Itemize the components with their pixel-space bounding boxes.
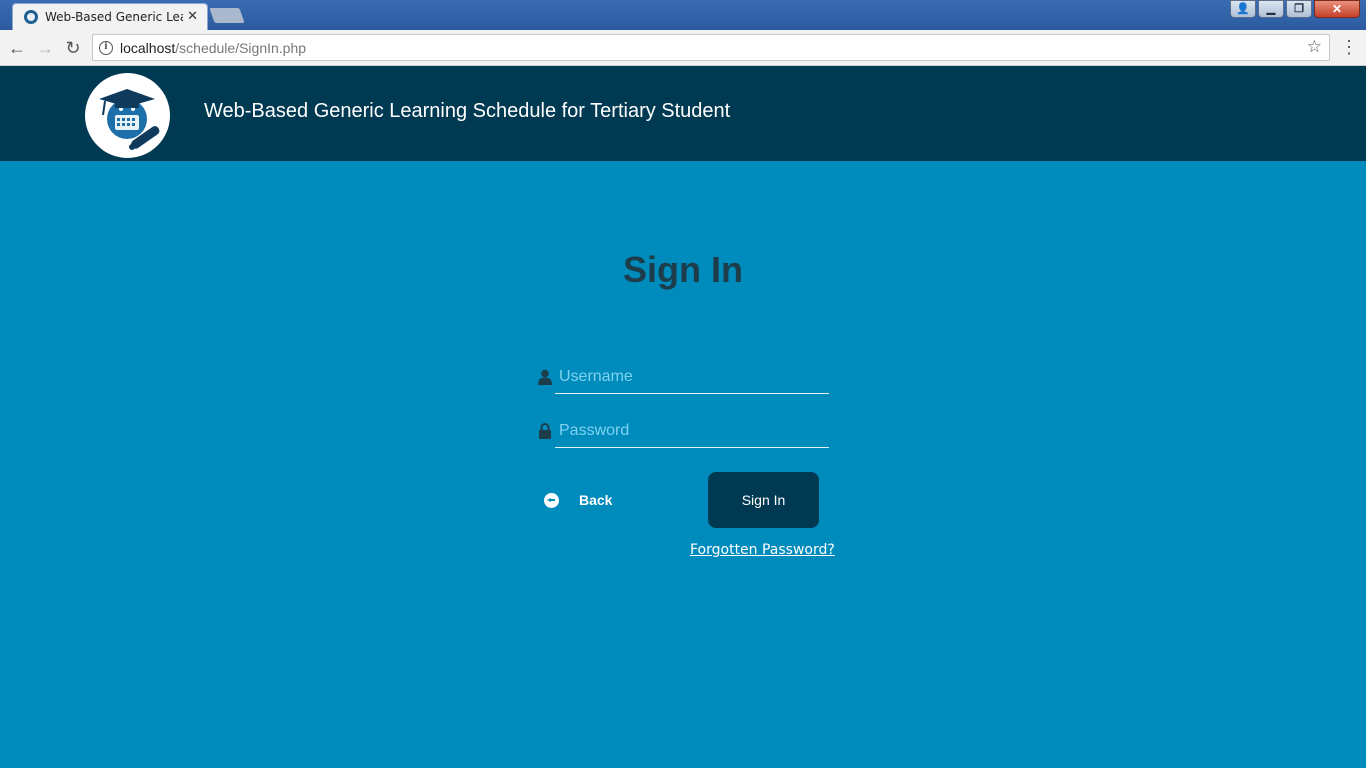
minimize-button[interactable]: ▁ — [1258, 0, 1284, 18]
back-arrow-icon[interactable]: ← — [6, 37, 28, 59]
back-label: Back — [579, 492, 613, 508]
close-window-button[interactable]: ✕ — [1314, 0, 1360, 18]
window-controls: 👤 ▁ ❐ ✕ — [1230, 0, 1360, 18]
url-host: localhost — [120, 40, 176, 56]
page-title: Sign In — [623, 249, 743, 290]
new-tab-button[interactable] — [209, 8, 245, 23]
tab-title: Web-Based Generic Learning Schedule for … — [45, 10, 183, 24]
lock-icon — [539, 423, 551, 439]
tab-close-icon[interactable]: ✕ — [187, 8, 198, 24]
user-profile-button[interactable]: 👤 — [1230, 0, 1256, 18]
arrow-left-circle-icon — [544, 492, 559, 508]
site-title: Web-Based Generic Learning Schedule for … — [204, 100, 731, 122]
password-field — [536, 415, 829, 449]
back-button[interactable]: Back — [544, 490, 612, 510]
sign-in-button[interactable]: Sign In — [708, 472, 819, 528]
graduation-calendar-logo-icon — [99, 89, 160, 150]
browser-toolbar: ← → ↻ i localhost/schedule/SignIn.php ☆ … — [0, 30, 1366, 66]
user-icon: 👤 — [1236, 3, 1250, 15]
reload-icon[interactable]: ↻ — [62, 37, 84, 59]
forward-arrow-icon[interactable]: → — [34, 37, 56, 59]
address-bar[interactable]: i localhost/schedule/SignIn.php ☆ — [92, 34, 1330, 61]
close-icon: ✕ — [1331, 2, 1343, 16]
url-text: localhost/schedule/SignIn.php — [120, 40, 306, 56]
info-icon[interactable]: i — [99, 41, 113, 55]
logo — [85, 73, 170, 158]
username-field — [536, 361, 829, 395]
restore-button[interactable]: ❐ — [1286, 0, 1312, 18]
browser-tab[interactable]: Web-Based Generic Learning Schedule for … — [12, 3, 208, 30]
forgotten-password-link[interactable]: Forgotten Password? — [690, 542, 835, 558]
browser-titlebar: Web-Based Generic Learning Schedule for … — [0, 0, 1366, 30]
url-path: /schedule/SignIn.php — [175, 40, 307, 56]
bookmark-star-icon[interactable]: ☆ — [1307, 37, 1322, 57]
site-header: Web-Based Generic Learning Schedule for … — [0, 66, 1366, 161]
browser-menu-icon[interactable]: ⋮ — [1340, 37, 1358, 59]
site-favicon-icon — [24, 10, 38, 24]
user-icon — [538, 369, 552, 385]
minimize-icon: ▁ — [1266, 3, 1276, 15]
password-input[interactable] — [555, 415, 829, 448]
username-input[interactable] — [555, 361, 829, 394]
restore-icon: ❐ — [1294, 3, 1304, 15]
